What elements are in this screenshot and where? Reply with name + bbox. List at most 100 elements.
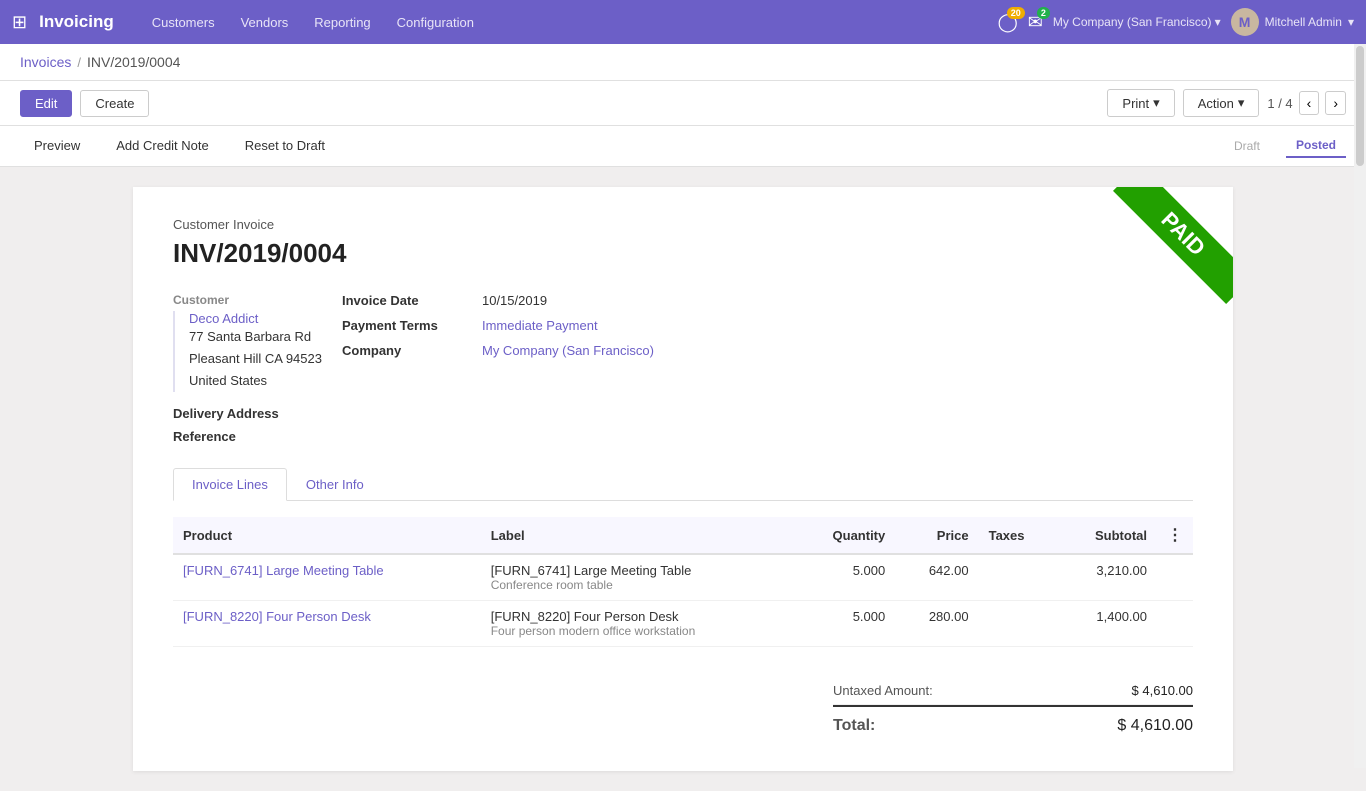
status-bar: Preview Add Credit Note Reset to Draft D… bbox=[0, 126, 1366, 167]
totals-table: Untaxed Amount: $ 4,610.00 Total: $ 4,61… bbox=[833, 677, 1193, 741]
menu-customers[interactable]: Customers bbox=[142, 11, 225, 34]
action-label: Action bbox=[1198, 96, 1234, 111]
topnav-right: ◯ 20 ✉ 2 My Company (San Francisco) ▾ M … bbox=[998, 8, 1354, 36]
action-bar: Edit Create Print ▾ Action ▾ 1 / 4 ‹ › bbox=[0, 81, 1366, 126]
totals-section: Untaxed Amount: $ 4,610.00 Total: $ 4,61… bbox=[173, 677, 1193, 741]
customer-info: Deco Addict 77 Santa Barbara Rd Pleasant… bbox=[173, 311, 322, 392]
customer-address-line3: United States bbox=[189, 370, 322, 392]
reference-label: Reference bbox=[173, 429, 236, 444]
scrollbar-thumb[interactable] bbox=[1356, 46, 1364, 166]
row1-price: 642.00 bbox=[895, 554, 978, 601]
breadcrumb-current: INV/2019/0004 bbox=[87, 54, 180, 70]
pagination-prev-button[interactable]: ‹ bbox=[1299, 91, 1320, 115]
company-value[interactable]: My Company (San Francisco) bbox=[482, 343, 654, 358]
company-label: Company bbox=[342, 343, 482, 358]
pagination: 1 / 4 ‹ › bbox=[1267, 91, 1346, 115]
total-label: Total: bbox=[833, 717, 875, 735]
grid-icon[interactable]: ⊞ bbox=[12, 12, 27, 33]
col-subtotal: Subtotal bbox=[1057, 517, 1157, 554]
company-chevron-icon: ▾ bbox=[1215, 15, 1221, 29]
main-content: PAID Customer Invoice INV/2019/0004 Cust… bbox=[0, 167, 1366, 791]
breadcrumb-separator: / bbox=[77, 55, 81, 70]
breadcrumb-parent[interactable]: Invoices bbox=[20, 54, 71, 70]
customer-label: Customer bbox=[173, 293, 322, 307]
table-row: [FURN_8220] Four Person Desk [FURN_8220]… bbox=[173, 601, 1193, 647]
untaxed-amount-row: Untaxed Amount: $ 4,610.00 bbox=[833, 677, 1193, 705]
invoice-type: Customer Invoice bbox=[173, 217, 1193, 232]
col-price: Price bbox=[895, 517, 978, 554]
menu-vendors[interactable]: Vendors bbox=[231, 11, 299, 34]
company-selector[interactable]: My Company (San Francisco) ▾ bbox=[1053, 15, 1221, 29]
row2-label-line2: Four person modern office workstation bbox=[491, 624, 784, 638]
row1-subtotal: 3,210.00 bbox=[1057, 554, 1157, 601]
payment-terms-value[interactable]: Immediate Payment bbox=[482, 318, 598, 333]
customer-address-line1: 77 Santa Barbara Rd bbox=[189, 326, 322, 348]
col-taxes: Taxes bbox=[979, 517, 1057, 554]
tabs-row: Invoice Lines Other Info bbox=[173, 468, 1193, 501]
customer-address-line2: Pleasant Hill CA 94523 bbox=[189, 348, 322, 370]
row2-quantity: 5.000 bbox=[794, 601, 895, 647]
messages-icon[interactable]: ✉ 2 bbox=[1028, 12, 1043, 33]
invoice-date-value: 10/15/2019 bbox=[482, 293, 547, 308]
user-menu[interactable]: M Mitchell Admin ▾ bbox=[1231, 8, 1354, 36]
delivery-address-section: Delivery Address bbox=[173, 406, 322, 421]
scrollbar-track[interactable] bbox=[1354, 44, 1366, 768]
status-indicator: Draft Posted bbox=[1224, 126, 1346, 166]
row2-options[interactable] bbox=[1157, 601, 1193, 647]
tab-invoice-lines[interactable]: Invoice Lines bbox=[173, 468, 287, 501]
status-posted: Posted bbox=[1286, 134, 1346, 158]
row1-label-line1: [FURN_6741] Large Meeting Table bbox=[491, 563, 784, 578]
total-row: Total: $ 4,610.00 bbox=[833, 705, 1193, 741]
payment-terms-row: Payment Terms Immediate Payment bbox=[342, 318, 1193, 333]
customer-name[interactable]: Deco Addict bbox=[189, 311, 322, 326]
menu-reporting[interactable]: Reporting bbox=[304, 11, 380, 34]
breadcrumb: Invoices / INV/2019/0004 bbox=[0, 44, 1366, 81]
row1-quantity: 5.000 bbox=[794, 554, 895, 601]
preview-button[interactable]: Preview bbox=[20, 130, 94, 163]
company-name: My Company (San Francisco) bbox=[1053, 15, 1212, 29]
row2-product: [FURN_8220] Four Person Desk bbox=[173, 601, 481, 647]
row1-taxes bbox=[979, 554, 1057, 601]
row1-product-link[interactable]: [FURN_6741] Large Meeting Table bbox=[183, 563, 384, 578]
print-label: Print bbox=[1122, 96, 1149, 111]
invoice-date-row: Invoice Date 10/15/2019 bbox=[342, 293, 1193, 308]
action-chevron-icon: ▾ bbox=[1238, 95, 1245, 111]
invoice-number: INV/2019/0004 bbox=[173, 238, 1193, 269]
create-button[interactable]: Create bbox=[80, 90, 149, 117]
row2-product-link[interactable]: [FURN_8220] Four Person Desk bbox=[183, 609, 371, 624]
col-options-header: ⋮ bbox=[1157, 517, 1193, 554]
row2-label-line1: [FURN_8220] Four Person Desk bbox=[491, 609, 784, 624]
delivery-address-label: Delivery Address bbox=[173, 406, 279, 421]
menu-configuration[interactable]: Configuration bbox=[387, 11, 484, 34]
company-row: Company My Company (San Francisco) bbox=[342, 343, 1193, 358]
action-button[interactable]: Action ▾ bbox=[1183, 89, 1260, 117]
reference-section: Reference bbox=[173, 429, 322, 444]
col-label: Label bbox=[481, 517, 794, 554]
print-button[interactable]: Print ▾ bbox=[1107, 89, 1174, 117]
invoice-table: Product Label Quantity Price Taxes Subto… bbox=[173, 517, 1193, 647]
customer-section: Customer Deco Addict 77 Santa Barbara Rd… bbox=[173, 293, 322, 444]
invoice-meta: Customer Deco Addict 77 Santa Barbara Rd… bbox=[173, 293, 1193, 444]
row1-product: [FURN_6741] Large Meeting Table bbox=[173, 554, 481, 601]
reset-to-draft-button[interactable]: Reset to Draft bbox=[231, 130, 339, 163]
pagination-next-button[interactable]: › bbox=[1325, 91, 1346, 115]
app-title: Invoicing bbox=[39, 12, 114, 32]
notifications-icon[interactable]: ◯ 20 bbox=[998, 12, 1018, 33]
row1-label-line2: Conference room table bbox=[491, 578, 784, 592]
col-quantity: Quantity bbox=[794, 517, 895, 554]
payment-terms-label: Payment Terms bbox=[342, 318, 482, 333]
invoice-fields: Invoice Date 10/15/2019 Payment Terms Im… bbox=[342, 293, 1193, 444]
user-chevron-icon: ▾ bbox=[1348, 15, 1354, 29]
avatar: M bbox=[1231, 8, 1259, 36]
total-value: $ 4,610.00 bbox=[1117, 717, 1193, 735]
table-row: [FURN_6741] Large Meeting Table [FURN_67… bbox=[173, 554, 1193, 601]
untaxed-amount-value: $ 4,610.00 bbox=[1132, 683, 1193, 698]
add-credit-note-button[interactable]: Add Credit Note bbox=[102, 130, 223, 163]
print-chevron-icon: ▾ bbox=[1153, 95, 1160, 111]
top-navigation: ⊞ Invoicing Customers Vendors Reporting … bbox=[0, 0, 1366, 44]
untaxed-amount-label: Untaxed Amount: bbox=[833, 683, 933, 698]
row1-options[interactable] bbox=[1157, 554, 1193, 601]
row2-subtotal: 1,400.00 bbox=[1057, 601, 1157, 647]
edit-button[interactable]: Edit bbox=[20, 90, 72, 117]
tab-other-info[interactable]: Other Info bbox=[287, 468, 383, 500]
